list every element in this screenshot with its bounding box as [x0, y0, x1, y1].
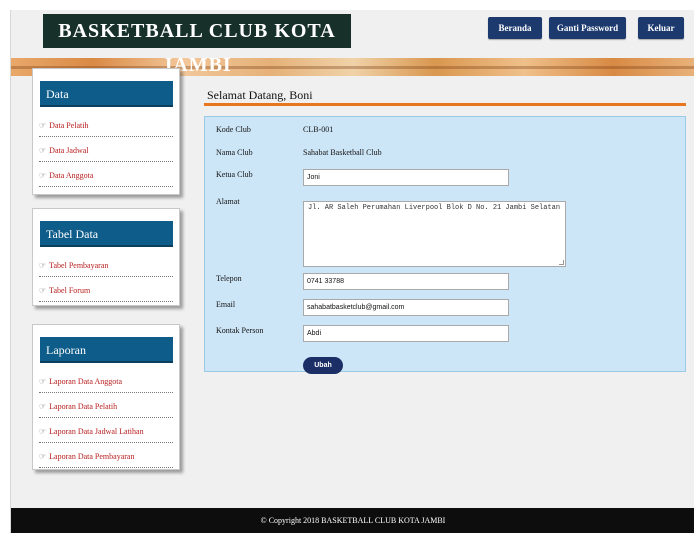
page-title: Selamat Datang, Boni: [207, 88, 313, 102]
kode-club-value: CLB-001: [303, 125, 334, 134]
sidebar-item-label: Tabel Forum: [49, 286, 91, 295]
sidebar-item-label: Data Jadwal: [49, 146, 89, 155]
sidebar-item-laporan-pelatih[interactable]: ☞ Laporan Data Pelatih: [39, 398, 173, 418]
sidebar-item-label: Tabel Pembayaran: [49, 261, 109, 270]
alamat-text: Jl. AR Saleh Perumahan Liverpool Blok D …: [308, 204, 561, 212]
sidebar-tabel-box: Tabel Data ☞ Tabel Pembayaran ☞ Tabel Foru…: [32, 208, 180, 306]
edit-icon: ☞: [39, 402, 47, 411]
sidebar-item-laporan-jadwal[interactable]: ☞ Laporan Data Jadwal Latihan: [39, 423, 173, 443]
telepon-input[interactable]: 0741 33788: [303, 273, 509, 290]
sidebar-item-label: Data Pelatih: [49, 121, 89, 130]
sidebar-item-data-anggota[interactable]: ☞ Data Anggota: [39, 167, 173, 187]
sidebar-item-laporan-pembayaran[interactable]: ☞ Laporan Data Pembayaran: [39, 448, 173, 468]
sidebar-data-title: Data: [40, 81, 173, 107]
resize-handle-icon[interactable]: [559, 260, 564, 265]
sidebar-tabel-title: Tabel Data: [40, 221, 173, 247]
sidebar-laporan-list: ☞ Laporan Data Anggota ☞ Laporan Data Pela…: [33, 363, 179, 468]
change-password-button[interactable]: Ganti Password: [549, 17, 626, 39]
footer: © Copyright 2018 BASKETBALL CLUB KOTA JA…: [11, 508, 694, 533]
sidebar-data-list: ☞ Data Pelatih ☞ Data Jadwal ☞ Data Anggota: [33, 107, 179, 187]
logout-button[interactable]: Keluar: [638, 17, 684, 39]
sidebar-item-label: Laporan Data Jadwal Latihan: [49, 427, 144, 436]
sidebar-laporan-box: Laporan ☞ Laporan Data Anggota ☞ Laporan D…: [32, 324, 180, 470]
edit-icon: ☞: [39, 427, 47, 436]
email-input[interactable]: sahabatbasketclub@gmail.com: [303, 299, 509, 316]
edit-icon: ☞: [39, 121, 47, 130]
edit-icon: ☞: [39, 146, 47, 155]
edit-icon: ☞: [39, 286, 47, 295]
nama-club-value: Sahabat Basketball Club: [303, 148, 382, 157]
edit-icon: ☞: [39, 452, 47, 461]
telepon-label: Telepon: [216, 274, 242, 283]
sidebar-item-label: Laporan Data Anggota: [49, 377, 123, 386]
sidebar-item-data-pelatih[interactable]: ☞ Data Pelatih: [39, 117, 173, 137]
email-label: Email: [216, 300, 236, 309]
edit-icon: ☞: [39, 171, 47, 180]
sidebar-item-data-jadwal[interactable]: ☞ Data Jadwal: [39, 142, 173, 162]
sidebar-laporan-title: Laporan: [40, 337, 173, 363]
sidebar-data-box: Data ☞ Data Pelatih ☞ Data Jadwal ☞ Data An…: [32, 68, 180, 195]
sidebar-item-tabel-forum[interactable]: ☞ Tabel Forum: [39, 282, 173, 302]
header: BASKETBALL CLUB KOTA JAMBI Beranda Ganti…: [11, 10, 694, 76]
club-form: Kode Club CLB-001 Nama Club Sahabat Bask…: [204, 116, 686, 374]
edit-icon: ☞: [39, 261, 47, 270]
alamat-textarea[interactable]: Jl. AR Saleh Perumahan Liverpool Blok D …: [303, 201, 566, 267]
title-divider: [204, 103, 686, 106]
home-button[interactable]: Beranda: [488, 17, 542, 39]
page: BASKETBALL CLUB KOTA JAMBI Beranda Ganti…: [10, 10, 694, 533]
kode-club-label: Kode Club: [216, 125, 251, 134]
sidebar-tabel-list: ☞ Tabel Pembayaran ☞ Tabel Forum: [33, 247, 179, 302]
sidebar-item-label: Laporan Data Pelatih: [49, 402, 118, 411]
ubah-button[interactable]: Ubah: [303, 357, 343, 374]
sidebar-item-label: Laporan Data Pembayaran: [49, 452, 135, 461]
edit-icon: ☞: [39, 377, 47, 386]
ketua-club-label: Ketua Club: [216, 170, 253, 179]
site-title: BASKETBALL CLUB KOTA JAMBI: [43, 14, 351, 76]
ketua-club-input[interactable]: Joni: [303, 169, 509, 186]
sidebar-item-tabel-pembayaran[interactable]: ☞ Tabel Pembayaran: [39, 257, 173, 277]
kontak-person-input[interactable]: Abdi: [303, 325, 509, 342]
alamat-label: Alamat: [216, 197, 240, 206]
nama-club-label: Nama Club: [216, 148, 253, 157]
sidebar-item-laporan-anggota[interactable]: ☞ Laporan Data Anggota: [39, 373, 173, 393]
kontak-person-label: Kontak Person: [216, 326, 264, 335]
sidebar-item-label: Data Anggota: [49, 171, 94, 180]
